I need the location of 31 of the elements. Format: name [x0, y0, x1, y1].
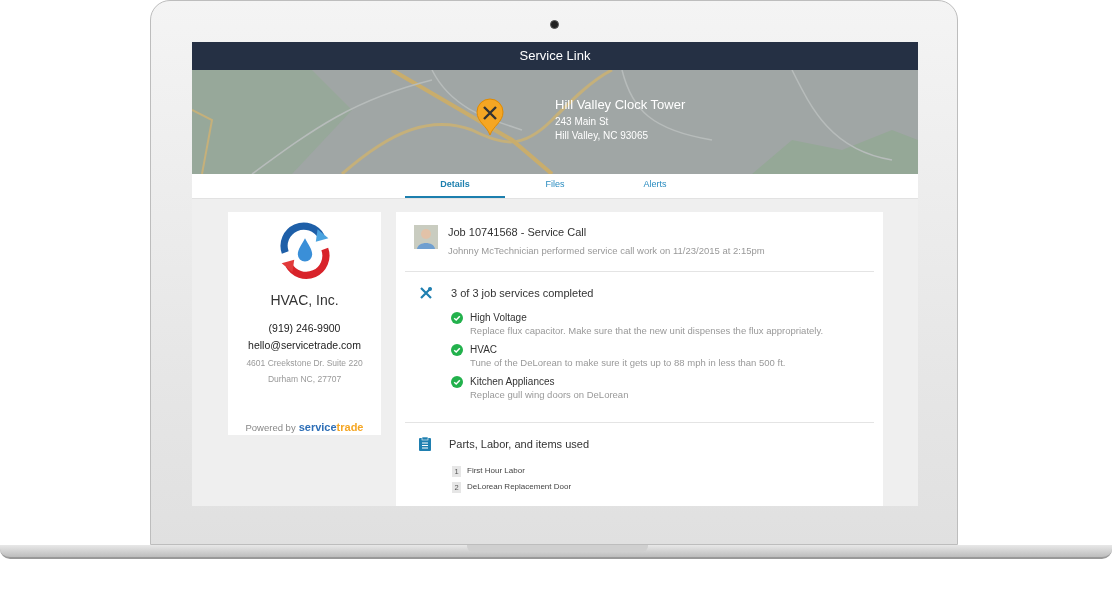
company-address: Durham NC, 27707	[267, 372, 342, 386]
brand-logo: servicetrade	[298, 419, 364, 435]
tab[interactable]: Files	[505, 174, 605, 198]
avatar-placeholder	[414, 225, 438, 249]
company-name: HVAC, Inc.	[270, 290, 339, 310]
map-pin-icon	[475, 98, 505, 136]
location-street: 243 Main St	[555, 115, 610, 129]
location-city: Hill Valley, NC 93065	[555, 129, 649, 143]
service-name: Kitchen Appliances	[470, 375, 556, 389]
clipboard-icon	[419, 437, 431, 452]
company-address: 4601 Creekstone Dr. Suite 220	[246, 357, 363, 370]
services-heading: 3 of 3 job services completed	[451, 286, 595, 301]
powered-by-label: Powered by	[245, 420, 296, 435]
service-name: High Voltage	[470, 311, 528, 325]
item-name: First Hour Labor	[467, 465, 525, 478]
service-description: Tune of the DeLorean to make sure it gets up to 88 mph in less than 500 ft.	[470, 356, 787, 371]
tab[interactable]: Details	[405, 174, 505, 198]
camera-icon	[550, 20, 559, 29]
item-name: DeLorean Replacement Door	[467, 481, 572, 494]
service-description: Replace flux capacitor. Make sure that the new unit dispenses the flux appropriately.	[470, 324, 825, 339]
job-summary: Johnny McTechnician performed service call work on 11/23/2015 at 2:15pm	[448, 244, 765, 258]
company-email: hello@servicetrade.com	[248, 338, 361, 354]
service-description: Replace gull wing doors on DeLorean	[470, 388, 630, 403]
tools-icon	[419, 286, 433, 301]
window-title: Service Link	[519, 47, 591, 66]
company-phone: (919) 246-9900	[268, 320, 341, 336]
location-name: Hill Valley Clock Tower	[555, 96, 686, 113]
parts-heading: Parts, Labor, and items used	[449, 437, 590, 452]
service-name: HVAC	[470, 343, 499, 357]
job-title: Job 10741568 - Service Call	[448, 225, 588, 239]
tab[interactable]: Alerts	[605, 174, 705, 198]
